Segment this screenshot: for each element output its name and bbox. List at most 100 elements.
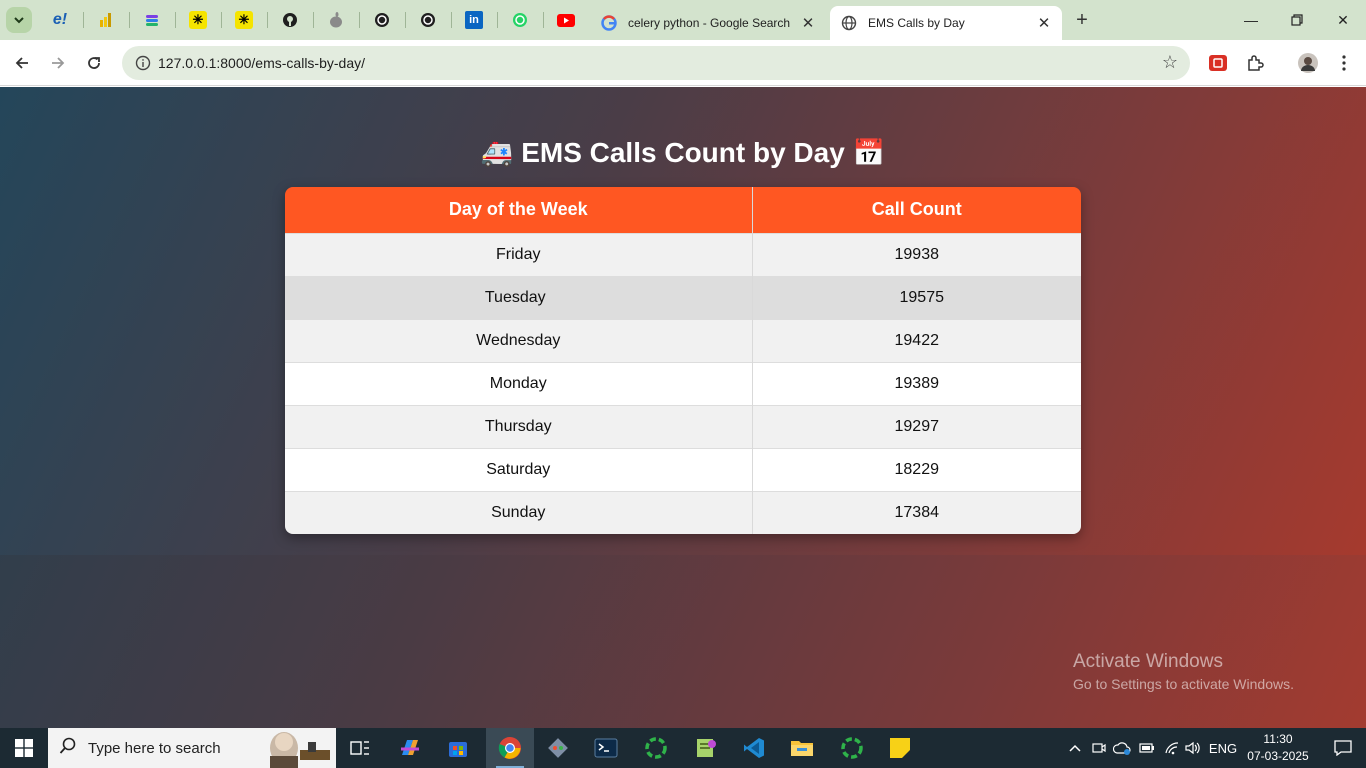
taskbar-app-sticky-notes[interactable] [876,728,924,768]
perplexity-icon: ✳ [189,11,207,29]
notification-center-button[interactable] [1320,728,1366,768]
tab-google-search[interactable]: celery python - Google Search ✕ [590,6,826,40]
git-icon [548,738,568,758]
taskbar-app-store[interactable] [434,728,482,768]
taskbar-app-vscode[interactable] [730,728,778,768]
notification-icon [1334,740,1352,756]
count-cell: 18229 [752,447,1081,491]
minimize-button[interactable]: — [1228,6,1274,34]
reload-button[interactable] [80,49,108,77]
taskbar-app-editor[interactable] [682,728,730,768]
close-window-button[interactable]: ✕ [1320,6,1366,34]
pinned-tab-chatgpt-2[interactable] [411,6,445,34]
taskbar-app-terminal[interactable] [582,728,630,768]
tab-title: celery python - Google Search [628,16,791,30]
back-button[interactable] [8,49,36,77]
pinned-tab-chatgpt[interactable] [365,6,399,34]
table-row: Wednesday 19422 [285,318,1081,362]
day-cell: Saturday [285,447,753,491]
clock-time: 11:30 [1263,732,1293,746]
reload-icon [88,57,100,69]
whatsapp-icon [511,11,529,29]
pinned-tab-edureka[interactable]: e! [43,6,77,34]
new-tab-button[interactable]: + [1070,8,1094,32]
bookmark-star-icon[interactable]: ☆ [1162,52,1178,73]
taskbar-app-loading-circle[interactable] [632,728,680,768]
table-row: Thursday 19297 [285,404,1081,448]
folder-icon [791,741,813,756]
arrow-right-icon [52,57,65,69]
day-cell: Wednesday [285,318,753,362]
menu-kebab-icon[interactable] [1332,51,1356,75]
pinned-tab-separator [543,12,544,28]
taskbar-app-chrome[interactable] [486,728,534,768]
table-header-row: Day of the Week Call Count [285,187,1081,233]
close-icon[interactable]: ✕ [1034,13,1054,33]
address-bar[interactable]: 127.0.0.1:8000/ems-calls-by-day/ ☆ [122,46,1190,80]
site-info-icon[interactable] [128,55,158,71]
pinned-tab-youtube[interactable] [549,6,583,34]
pinned-tab-whatsapp[interactable] [503,6,537,34]
day-cell: Sunday [285,490,753,534]
pinned-tab-separator [313,12,314,28]
browser-toolbar: 127.0.0.1:8000/ems-calls-by-day/ ☆ [0,40,1366,86]
chevron-up-icon [1069,744,1081,752]
pinned-tab-power-bi[interactable] [89,6,123,34]
wifi-icon[interactable] [1160,728,1184,768]
watermark-title: Activate Windows [1073,651,1223,672]
calls-table: Day of the Week Call Count Friday 19938 … [285,187,1081,534]
pinned-tab-separator [83,12,84,28]
pinned-tab-stack[interactable] [135,6,169,34]
day-cell: Friday [285,232,753,276]
task-view-button[interactable] [336,728,384,768]
extensions-puzzle-icon[interactable] [1243,51,1267,75]
start-button[interactable] [0,728,48,768]
onedrive-icon[interactable] [1110,728,1134,768]
column-header-day: Day of the Week [285,187,753,233]
google-icon [600,14,618,32]
tab-search-button[interactable] [6,7,32,33]
github-icon [281,11,299,29]
taskbar-app-git[interactable] [534,728,582,768]
apple-icon [327,11,345,29]
globe-icon [840,14,858,32]
table-row: Sunday 17384 [285,490,1081,534]
restore-button[interactable] [1274,6,1320,34]
arrow-left-icon [15,57,28,69]
day-cell: Thursday [285,404,753,448]
column-header-count: Call Count [752,187,1081,233]
taskbar-app-loading-circle-2[interactable] [828,728,876,768]
tab-ems-calls[interactable]: EMS Calls by Day ✕ [830,6,1062,40]
pinned-tab-perplexity[interactable]: ✳ [181,6,215,34]
pinned-tab-github[interactable] [273,6,307,34]
pinned-tab-separator [497,12,498,28]
perplexity-icon: ✳ [235,11,253,29]
pinned-tab-separator [267,12,268,28]
meet-now-icon[interactable] [1088,728,1110,768]
pinned-tab-linkedin[interactable]: in [457,6,491,34]
pinned-tab-separator [129,12,130,28]
taskbar-search-box[interactable]: Type here to search [48,728,336,768]
show-hidden-icons-button[interactable] [1064,728,1086,768]
system-clock[interactable]: 11:30 07-03-2025 [1240,731,1316,765]
stack-icon [143,11,161,29]
close-icon[interactable]: ✕ [798,13,818,33]
language-indicator[interactable]: ENG [1206,728,1240,768]
power-bi-icon [97,11,115,29]
sticky-notes-icon [890,738,910,758]
day-cell: Monday [285,361,753,405]
volume-icon[interactable] [1182,728,1204,768]
activate-windows-watermark: Activate Windows Go to Settings to activ… [1073,651,1294,692]
openai-icon [419,11,437,29]
task-view-icon [350,741,369,755]
taskbar-app-copilot[interactable] [386,728,434,768]
taskbar-app-file-explorer[interactable] [778,728,826,768]
battery-icon[interactable] [1136,728,1158,768]
pinned-tab-separator [359,12,360,28]
forward-button[interactable] [44,49,72,77]
watermark-subtitle: Go to Settings to activate Windows. [1073,676,1294,692]
profile-avatar[interactable] [1296,51,1320,75]
pinned-tab-perplexity-2[interactable]: ✳ [227,6,261,34]
pinned-tab-apple[interactable] [319,6,353,34]
extension-icon[interactable] [1206,51,1230,75]
